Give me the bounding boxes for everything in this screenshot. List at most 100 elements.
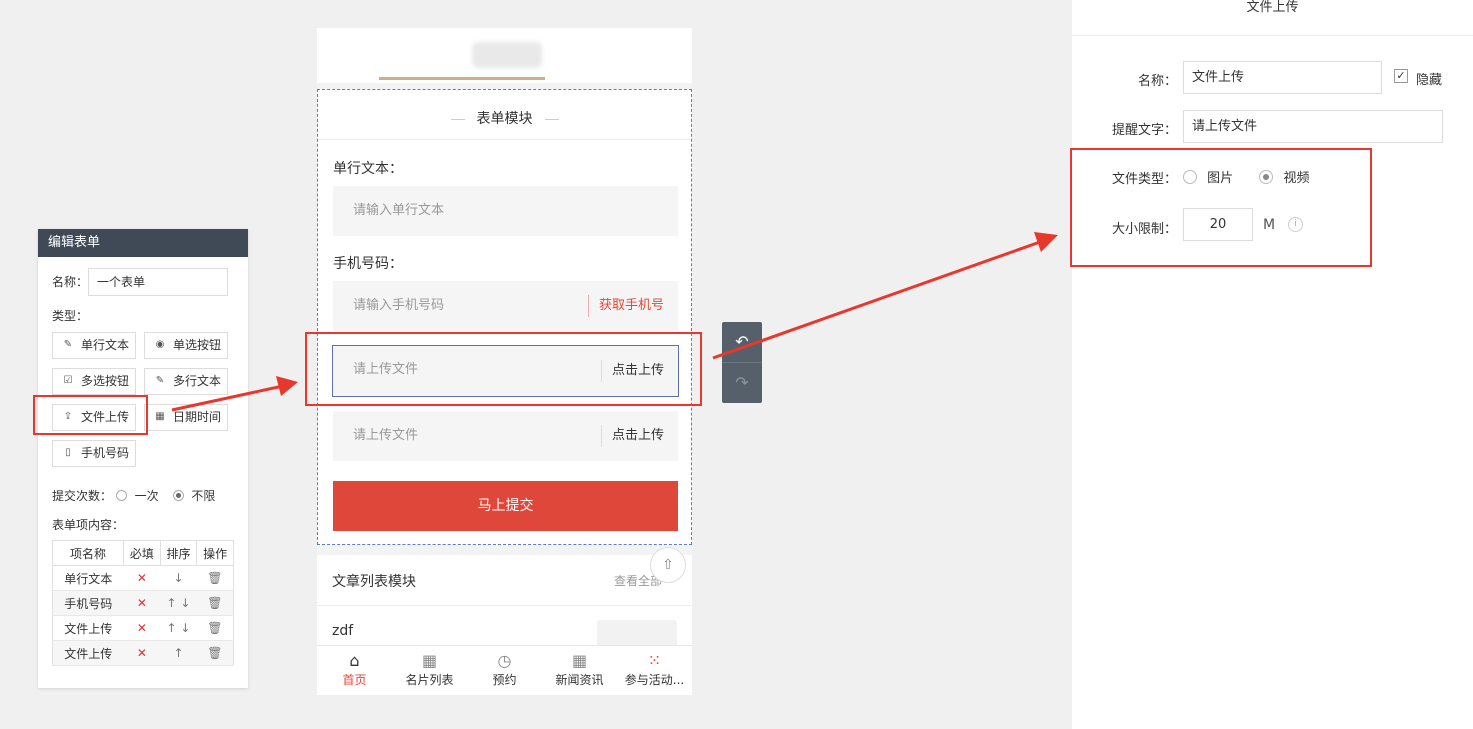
type-button-datetime[interactable]: ▦ 日期时间 — [144, 404, 228, 431]
type-button-label: 单选按钮 — [173, 338, 222, 352]
submit-unlimited-label: 不限 — [191, 489, 216, 503]
tab-label: 预约 — [492, 673, 517, 687]
logo-image — [472, 42, 542, 68]
tab-home[interactable]: ⌂ 首页 — [317, 646, 392, 695]
item-name: 单行文本 — [52, 565, 124, 591]
phone-input[interactable]: 请输入手机号码 获取手机号 — [333, 281, 678, 331]
annotation-box-upload-field — [305, 332, 702, 406]
required-toggle[interactable]: ✕ — [123, 590, 161, 616]
undo-icon[interactable]: ↶ — [722, 322, 762, 362]
arrowhead — [1034, 232, 1058, 252]
bottom-tab-bar: ⌂ 首页 ▦ 名片列表 ◷ 预约 ▦ 新闻资讯 ⁙ 参与活动... — [317, 645, 692, 695]
items-label: 表单项内容： — [52, 518, 125, 532]
submit-count-label: 提交次数： — [52, 489, 113, 503]
article-item-title[interactable]: zdf — [332, 623, 353, 639]
file-upload-field[interactable]: 请上传文件 点击上传 — [333, 411, 678, 461]
upload-button[interactable]: 点击上传 — [600, 425, 678, 447]
form-editor-panel: 编辑表单 名称： 一个表单 类型： ✎ 单行文本 ◉ 单选按钮 ☑ 多选按钮 ✎… — [38, 229, 248, 688]
get-phone-button[interactable]: 获取手机号 — [587, 295, 678, 317]
required-toggle[interactable]: ✕ — [123, 565, 161, 591]
activity-icon: ⁙ — [647, 651, 662, 670]
type-button-label: 单行文本 — [81, 338, 130, 352]
phone-label: 手机号码： — [333, 256, 403, 272]
clock-icon: ◷ — [497, 651, 512, 670]
table-row: 文件上传 ✕ ↑ ↓ 🗑 — [52, 615, 234, 641]
item-name: 手机号码 — [52, 590, 124, 616]
sort-arrows[interactable]: ↑ ↓ — [160, 590, 197, 616]
phone-icon: ▯ — [65, 447, 71, 458]
hide-label: 隐藏 — [1416, 73, 1443, 88]
submit-button[interactable]: 马上提交 — [333, 481, 678, 531]
tab-label: 参与活动... — [624, 673, 685, 687]
required-toggle[interactable]: ✕ — [123, 615, 161, 641]
annotation-box-upload-type — [33, 395, 148, 435]
sort-arrows[interactable]: ↑ — [160, 640, 197, 666]
hint-input[interactable]: 请上传文件 — [1183, 110, 1443, 143]
type-button-multiline[interactable]: ✎ 多行文本 — [144, 368, 228, 395]
tab-news[interactable]: ▦ 新闻资讯 — [542, 646, 617, 695]
form-module[interactable]: 表单模块 单行文本： 请输入单行文本 手机号码： 请输入手机号码 获取手机号 请… — [317, 89, 692, 545]
settings-title: 文件上传 — [1072, 0, 1473, 36]
annotation-arrow — [712, 240, 1041, 360]
editor-title: 编辑表单 — [38, 229, 248, 257]
col-header: 操作 — [196, 540, 234, 566]
type-label: 类型： — [52, 309, 89, 323]
type-button-radio[interactable]: ◉ 单选按钮 — [144, 332, 228, 359]
textarea-icon: ✎ — [155, 375, 165, 386]
form-items-table: 项名称 必填 排序 操作 单行文本 ✕ ↓ 🗑 手机号码 ✕ ↑ ↓ 🗑 文件上… — [51, 540, 234, 666]
submit-once-radio[interactable] — [115, 490, 127, 501]
submit-unlimited-radio[interactable] — [172, 490, 184, 501]
submit-count-row: 提交次数： 一次 不限 — [52, 487, 215, 504]
tab-booking[interactable]: ◷ 预约 — [467, 646, 542, 695]
home-icon: ⌂ — [349, 651, 360, 670]
type-button-phone[interactable]: ▯ 手机号码 — [52, 440, 136, 467]
header-banner — [317, 28, 692, 83]
trash-icon[interactable]: 🗑 — [196, 615, 234, 641]
tab-label: 名片列表 — [405, 673, 454, 687]
required-toggle[interactable]: ✕ — [123, 640, 161, 666]
sort-arrows[interactable]: ↑ ↓ — [160, 615, 197, 641]
setting-name-input[interactable]: 文件上传 — [1183, 61, 1382, 94]
banner-strip — [379, 77, 545, 80]
trash-icon[interactable]: 🗑 — [196, 565, 234, 591]
field-settings-panel: 文件上传 名称： 文件上传 ✓ 隐藏 提醒文字： 请上传文件 文件类型： 图片 … — [1072, 0, 1473, 729]
single-text-label: 单行文本： — [333, 161, 403, 177]
type-button-label: 手机号码 — [81, 446, 130, 460]
item-name: 文件上传 — [52, 615, 124, 641]
sort-arrows[interactable]: ↓ — [160, 565, 197, 591]
table-row: 文件上传 ✕ ↑ 🗑 — [52, 640, 234, 666]
divider — [317, 605, 692, 606]
single-text-input[interactable]: 请输入单行文本 — [333, 186, 678, 236]
col-header: 排序 — [159, 540, 198, 566]
module-title: 表单模块 — [318, 108, 691, 128]
table-row: 单行文本 ✕ ↓ 🗑 — [52, 565, 234, 591]
tab-card-list[interactable]: ▦ 名片列表 — [392, 646, 467, 695]
setting-name-label: 名称： — [1137, 74, 1177, 89]
trash-icon[interactable]: 🗑 — [196, 590, 234, 616]
form-name-input[interactable]: 一个表单 — [88, 268, 228, 296]
tab-activity[interactable]: ⁙ 参与活动... — [617, 646, 692, 695]
type-button-label: 多选按钮 — [81, 374, 130, 388]
arrowhead — [276, 376, 298, 396]
hint-label: 提醒文字： — [1111, 123, 1177, 138]
redo-icon[interactable]: ↷ — [722, 363, 762, 403]
undo-redo-bar: ↶ ↷ — [722, 322, 762, 403]
type-button-checkbox[interactable]: ☑ 多选按钮 — [52, 368, 136, 395]
upload-placeholder: 请上传文件 — [353, 428, 419, 443]
radio-icon: ◉ — [155, 339, 165, 350]
item-name: 文件上传 — [52, 640, 124, 666]
calendar-icon: ▦ — [155, 411, 165, 422]
trash-icon[interactable]: 🗑 — [196, 640, 234, 666]
hide-checkbox[interactable]: ✓ — [1394, 69, 1408, 83]
share-icon[interactable]: ⇧ — [650, 547, 686, 583]
col-header: 项名称 — [51, 540, 125, 566]
phone-placeholder: 请输入手机号码 — [353, 298, 445, 313]
table-row: 手机号码 ✕ ↑ ↓ 🗑 — [52, 590, 234, 616]
grid-icon: ▦ — [571, 651, 588, 670]
tab-label: 新闻资讯 — [555, 673, 604, 687]
type-button-single-text[interactable]: ✎ 单行文本 — [52, 332, 136, 359]
tab-label: 首页 — [342, 673, 367, 687]
grid-icon: ▦ — [421, 651, 438, 670]
article-module-title: 文章列表模块 — [332, 574, 416, 590]
divider — [318, 139, 691, 140]
